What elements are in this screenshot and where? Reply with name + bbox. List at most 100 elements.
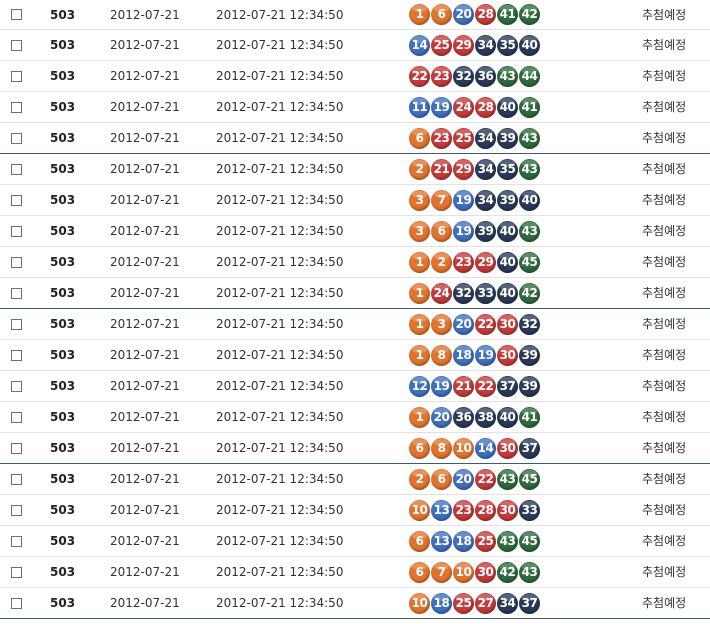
- draw-date: 2012-07-21: [110, 410, 180, 424]
- lotto-ball: 32: [453, 66, 474, 87]
- purchase-datetime: 2012-07-21 12:34:50: [216, 565, 344, 579]
- row-checkbox[interactable]: [11, 133, 22, 144]
- table-row[interactable]: 503 2012-07-21 2012-07-21 12:34:50 3 6 19 39 40…: [0, 216, 710, 247]
- lotto-ball: 10: [453, 562, 474, 583]
- row-checkbox[interactable]: [11, 350, 22, 361]
- purchase-datetime: 2012-07-21 12:34:50: [216, 286, 344, 300]
- row-checkbox[interactable]: [11, 257, 22, 268]
- round-number: 503: [50, 410, 76, 424]
- lotto-ball: 35: [497, 35, 518, 56]
- lotto-ball: 43: [497, 66, 518, 87]
- lotto-ball: 43: [497, 531, 518, 552]
- row-checkbox[interactable]: [11, 226, 22, 237]
- draw-date: 2012-07-21: [110, 472, 180, 486]
- lotto-ball: 18: [453, 531, 474, 552]
- draw-date: 2012-07-21: [110, 255, 180, 269]
- row-checkbox[interactable]: [11, 567, 22, 578]
- table-row[interactable]: 503 2012-07-21 2012-07-21 12:34:50 11 19 24 28…: [0, 92, 710, 123]
- purchase-datetime: 2012-07-21 12:34:50: [216, 348, 344, 362]
- draw-date: 2012-07-21: [110, 317, 180, 331]
- row-checkbox[interactable]: [11, 195, 22, 206]
- table-row[interactable]: 503 2012-07-21 2012-07-21 12:34:50 14 25 29 34…: [0, 30, 710, 61]
- draw-date: 2012-07-21: [110, 286, 180, 300]
- lotto-ball: 25: [431, 35, 452, 56]
- lotto-ball: 29: [475, 252, 496, 273]
- lotto-ball: 3: [431, 314, 452, 335]
- row-checkbox[interactable]: [11, 505, 22, 516]
- table-row[interactable]: 503 2012-07-21 2012-07-21 12:34:50 6 13 18 25 4…: [0, 526, 710, 557]
- lotto-ball: 30: [497, 500, 518, 521]
- table-row[interactable]: 503 2012-07-21 2012-07-21 12:34:50 2 21 29 34 3…: [0, 154, 710, 185]
- lotto-ball: 13: [431, 531, 452, 552]
- round-number: 503: [50, 69, 76, 83]
- lotto-ball: 28: [475, 500, 496, 521]
- draw-status: 추첨예정: [642, 255, 687, 269]
- row-checkbox[interactable]: [11, 412, 22, 423]
- table-row[interactable]: 503 2012-07-21 2012-07-21 12:34:50 2 6 20 22 43…: [0, 464, 710, 495]
- row-checkbox[interactable]: [11, 102, 22, 113]
- row-checkbox[interactable]: [11, 536, 22, 547]
- table-row[interactable]: 503 2012-07-21 2012-07-21 12:34:50 22 23 32 36…: [0, 61, 710, 92]
- lotto-ball: 43: [519, 128, 540, 149]
- lotto-ball: 19: [431, 97, 452, 118]
- row-checkbox[interactable]: [11, 40, 22, 51]
- lotto-ball: 32: [453, 283, 474, 304]
- lotto-ball: 42: [497, 562, 518, 583]
- lotto-ball: 30: [497, 438, 518, 459]
- table-row[interactable]: 503 2012-07-21 2012-07-21 12:34:50 3 7 19 34 39…: [0, 185, 710, 216]
- table-row[interactable]: 503 2012-07-21 2012-07-21 12:34:50 6 7 10 30 42…: [0, 557, 710, 588]
- round-number: 503: [50, 441, 76, 455]
- table-row[interactable]: 503 2012-07-21 2012-07-21 12:34:50 1 20 36 38 4…: [0, 402, 710, 433]
- draw-date: 2012-07-21: [110, 224, 180, 238]
- table-row[interactable]: 503 2012-07-21 2012-07-21 12:34:50 1 2 23 29 40…: [0, 247, 710, 278]
- lotto-ball: 3: [409, 190, 430, 211]
- table-row[interactable]: 503 2012-07-21 2012-07-21 12:34:50 1 6 20 28 41…: [0, 0, 710, 30]
- draw-date: 2012-07-21: [110, 162, 180, 176]
- draw-status: 추첨예정: [642, 317, 687, 331]
- table-row[interactable]: 503 2012-07-21 2012-07-21 12:34:50 1 24 32 33 4…: [0, 278, 710, 309]
- draw-date: 2012-07-21: [110, 69, 180, 83]
- draw-date: 2012-07-21: [110, 38, 180, 52]
- lotto-ball: 38: [475, 407, 496, 428]
- lotto-ball: 34: [497, 593, 518, 614]
- round-number: 503: [50, 162, 76, 176]
- table-row[interactable]: 503 2012-07-21 2012-07-21 12:34:50 6 23 25 34 3…: [0, 123, 710, 154]
- round-number: 503: [50, 8, 76, 22]
- table-row[interactable]: 503 2012-07-21 2012-07-21 12:34:50 6 8 10 14 30…: [0, 433, 710, 464]
- lotto-ball: 41: [519, 97, 540, 118]
- lotto-ball: 6: [409, 531, 430, 552]
- draw-status: 추첨예정: [642, 162, 687, 176]
- lotto-ball: 34: [475, 128, 496, 149]
- row-checkbox[interactable]: [11, 71, 22, 82]
- lotto-ball: 14: [475, 438, 496, 459]
- draw-date: 2012-07-21: [110, 100, 180, 114]
- table-row[interactable]: 503 2012-07-21 2012-07-21 12:34:50 10 18 25 27…: [0, 588, 710, 619]
- row-checkbox[interactable]: [11, 381, 22, 392]
- purchase-datetime: 2012-07-21 12:34:50: [216, 255, 344, 269]
- row-checkbox[interactable]: [11, 9, 22, 20]
- row-checkbox[interactable]: [11, 288, 22, 299]
- row-checkbox[interactable]: [11, 443, 22, 454]
- table-row[interactable]: 503 2012-07-21 2012-07-21 12:34:50 12 19 21 22…: [0, 371, 710, 402]
- row-checkbox[interactable]: [11, 474, 22, 485]
- draw-status: 추첨예정: [642, 534, 687, 548]
- lotto-ball: 33: [519, 500, 540, 521]
- purchase-datetime: 2012-07-21 12:34:50: [216, 100, 344, 114]
- lotto-ball: 19: [431, 376, 452, 397]
- lotto-ball: 34: [475, 35, 496, 56]
- row-checkbox[interactable]: [11, 164, 22, 175]
- round-number: 503: [50, 131, 76, 145]
- table-row[interactable]: 503 2012-07-21 2012-07-21 12:34:50 1 3 20 22 30…: [0, 309, 710, 340]
- lotto-ball: 39: [497, 190, 518, 211]
- draw-status: 추첨예정: [642, 348, 687, 362]
- lotto-ball: 8: [431, 345, 452, 366]
- table-row[interactable]: 503 2012-07-21 2012-07-21 12:34:50 1 8 18 19 30…: [0, 340, 710, 371]
- table-row[interactable]: 503 2012-07-21 2012-07-21 12:34:50 10 13 23 28…: [0, 495, 710, 526]
- round-number: 503: [50, 193, 76, 207]
- lotto-ball: 7: [431, 562, 452, 583]
- row-checkbox[interactable]: [11, 598, 22, 609]
- row-checkbox[interactable]: [11, 319, 22, 330]
- lotto-ball: 1: [409, 283, 430, 304]
- lotto-ball: 13: [431, 500, 452, 521]
- draw-date: 2012-07-21: [110, 503, 180, 517]
